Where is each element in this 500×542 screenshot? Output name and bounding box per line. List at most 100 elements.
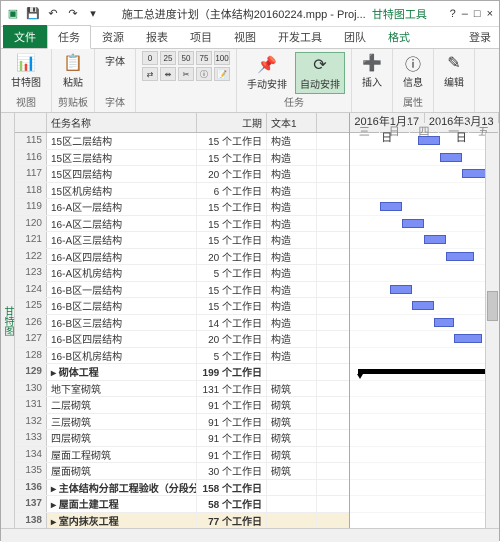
tab-format[interactable]: 格式 <box>377 25 421 48</box>
gantt-row[interactable] <box>350 364 499 381</box>
cell-duration[interactable]: 131 个工作日 <box>197 381 267 397</box>
cell-id[interactable]: 117 <box>15 166 47 182</box>
table-row[interactable]: 12116-A区三层结构15 个工作日构造 <box>15 232 349 249</box>
table-row[interactable]: 12816-B区机房结构5 个工作日构造 <box>15 348 349 365</box>
cell-name[interactable]: 15区四层结构 <box>47 166 197 182</box>
task-bar[interactable] <box>434 318 454 327</box>
gantt-row[interactable] <box>350 480 499 497</box>
cell-text[interactable]: 构造 <box>267 183 317 199</box>
cell-text[interactable]: 砌筑 <box>267 381 317 397</box>
cell-id[interactable]: 123 <box>15 265 47 281</box>
table-row[interactable]: 11615区三层结构15 个工作日构造 <box>15 150 349 167</box>
close-icon[interactable]: × <box>487 8 493 20</box>
table-row[interactable]: 11916-A区一层结构15 个工作日构造 <box>15 199 349 216</box>
pct-50-icon[interactable]: 50 <box>178 51 194 65</box>
cell-name[interactable]: 15区三层结构 <box>47 150 197 166</box>
gantt-bars[interactable] <box>350 133 499 528</box>
cell-duration[interactable]: 30 个工作日 <box>197 463 267 479</box>
cell-text[interactable] <box>267 513 317 529</box>
summary-bar[interactable] <box>358 369 498 374</box>
login-link[interactable]: 登录 <box>461 26 499 48</box>
gantt-row[interactable] <box>350 166 499 183</box>
cell-duration[interactable]: 91 个工作日 <box>197 397 267 413</box>
cell-text[interactable]: 砌筑 <box>267 430 317 446</box>
cell-text[interactable]: 砌筑 <box>267 414 317 430</box>
cell-name[interactable]: 屋面工程砌筑 <box>47 447 197 463</box>
gantt-row[interactable] <box>350 463 499 480</box>
header-name[interactable]: 任务名称 <box>47 113 197 132</box>
gantt-row[interactable] <box>350 298 499 315</box>
font-button[interactable]: 字体 <box>101 51 129 70</box>
cell-name[interactable]: 屋面砌筑 <box>47 463 197 479</box>
cell-id[interactable]: 116 <box>15 150 47 166</box>
tab-report[interactable]: 报表 <box>135 25 179 48</box>
table-row[interactable]: 12016-A区二层结构15 个工作日构造 <box>15 216 349 233</box>
gantt-row[interactable] <box>350 133 499 150</box>
cell-id[interactable]: 126 <box>15 315 47 331</box>
gantt-row[interactable] <box>350 232 499 249</box>
task-bar[interactable] <box>440 153 462 162</box>
tab-file[interactable]: 文件 <box>3 25 47 48</box>
table-row[interactable]: 11515区二层结构15 个工作日构造 <box>15 133 349 150</box>
cell-text[interactable]: 构造 <box>267 315 317 331</box>
cell-id[interactable]: 118 <box>15 183 47 199</box>
cell-text[interactable] <box>267 364 317 380</box>
cell-text[interactable]: 构造 <box>267 133 317 149</box>
cell-name[interactable]: 16-A区机房结构 <box>47 265 197 281</box>
cell-id[interactable]: 121 <box>15 232 47 248</box>
table-row[interactable]: 12216-A区四层结构20 个工作日构造 <box>15 249 349 266</box>
gantt-row[interactable] <box>350 513 499 529</box>
table-row[interactable]: 11715区四层结构20 个工作日构造 <box>15 166 349 183</box>
pct-75-icon[interactable]: 75 <box>196 51 212 65</box>
cell-duration[interactable]: 15 个工作日 <box>197 133 267 149</box>
table-row[interactable]: 134屋面工程砌筑91 个工作日砌筑 <box>15 447 349 464</box>
cell-text[interactable]: 构造 <box>267 166 317 182</box>
notes-icon[interactable]: 📝 <box>214 67 230 81</box>
table-row[interactable]: 11815区机房结构6 个工作日构造 <box>15 183 349 200</box>
save-icon[interactable]: 💾 <box>25 6 41 22</box>
cell-duration[interactable]: 91 个工作日 <box>197 430 267 446</box>
tab-team[interactable]: 团队 <box>333 25 377 48</box>
table-row[interactable]: 12416-B区一层结构15 个工作日构造 <box>15 282 349 299</box>
cell-duration[interactable]: 20 个工作日 <box>197 166 267 182</box>
cell-duration[interactable]: 15 个工作日 <box>197 232 267 248</box>
table-row[interactable]: 12516-B区二层结构15 个工作日构造 <box>15 298 349 315</box>
cell-text[interactable]: 构造 <box>267 348 317 364</box>
unlink-icon[interactable]: ⇹ <box>160 67 176 81</box>
info-small-icon[interactable]: ⓘ <box>196 67 212 81</box>
cell-duration[interactable]: 15 个工作日 <box>197 199 267 215</box>
cell-duration[interactable]: 15 个工作日 <box>197 216 267 232</box>
cell-text[interactable]: 构造 <box>267 232 317 248</box>
cell-duration[interactable]: 58 个工作日 <box>197 496 267 512</box>
cell-name[interactable]: 15区二层结构 <box>47 133 197 149</box>
cell-id[interactable]: 127 <box>15 331 47 347</box>
gantt-row[interactable] <box>350 397 499 414</box>
cell-id[interactable]: 130 <box>15 381 47 397</box>
cell-name[interactable]: ▸ 室内抹灰工程 <box>47 513 197 529</box>
gantt-row[interactable] <box>350 249 499 266</box>
paste-button[interactable]: 📋粘贴 <box>59 51 87 91</box>
gantt-row[interactable] <box>350 150 499 167</box>
cell-name[interactable]: 16-A区三层结构 <box>47 232 197 248</box>
cell-name[interactable]: 16-B区机房结构 <box>47 348 197 364</box>
table-row[interactable]: 129▸ 砌体工程199 个工作日 <box>15 364 349 381</box>
vertical-scrollbar[interactable] <box>485 133 499 528</box>
pct-0-icon[interactable]: 0 <box>142 51 158 65</box>
gantt-view-button[interactable]: 📊甘特图 <box>7 51 45 91</box>
table-row[interactable]: 12316-A区机房结构5 个工作日构造 <box>15 265 349 282</box>
gantt-row[interactable] <box>350 183 499 200</box>
scroll-thumb[interactable] <box>487 291 498 321</box>
cell-id[interactable]: 115 <box>15 133 47 149</box>
gantt-row[interactable] <box>350 430 499 447</box>
cell-duration[interactable]: 14 个工作日 <box>197 315 267 331</box>
cell-duration[interactable]: 20 个工作日 <box>197 331 267 347</box>
table-row[interactable]: 130地下室砌筑131 个工作日砌筑 <box>15 381 349 398</box>
info-button[interactable]: ⓘ信息 <box>399 51 427 91</box>
tab-project[interactable]: 项目 <box>179 25 223 48</box>
cell-text[interactable]: 砌筑 <box>267 447 317 463</box>
task-bar[interactable] <box>418 136 440 145</box>
redo-icon[interactable]: ↷ <box>65 6 81 22</box>
cell-duration[interactable]: 6 个工作日 <box>197 183 267 199</box>
gantt-row[interactable] <box>350 331 499 348</box>
cell-text[interactable]: 构造 <box>267 265 317 281</box>
